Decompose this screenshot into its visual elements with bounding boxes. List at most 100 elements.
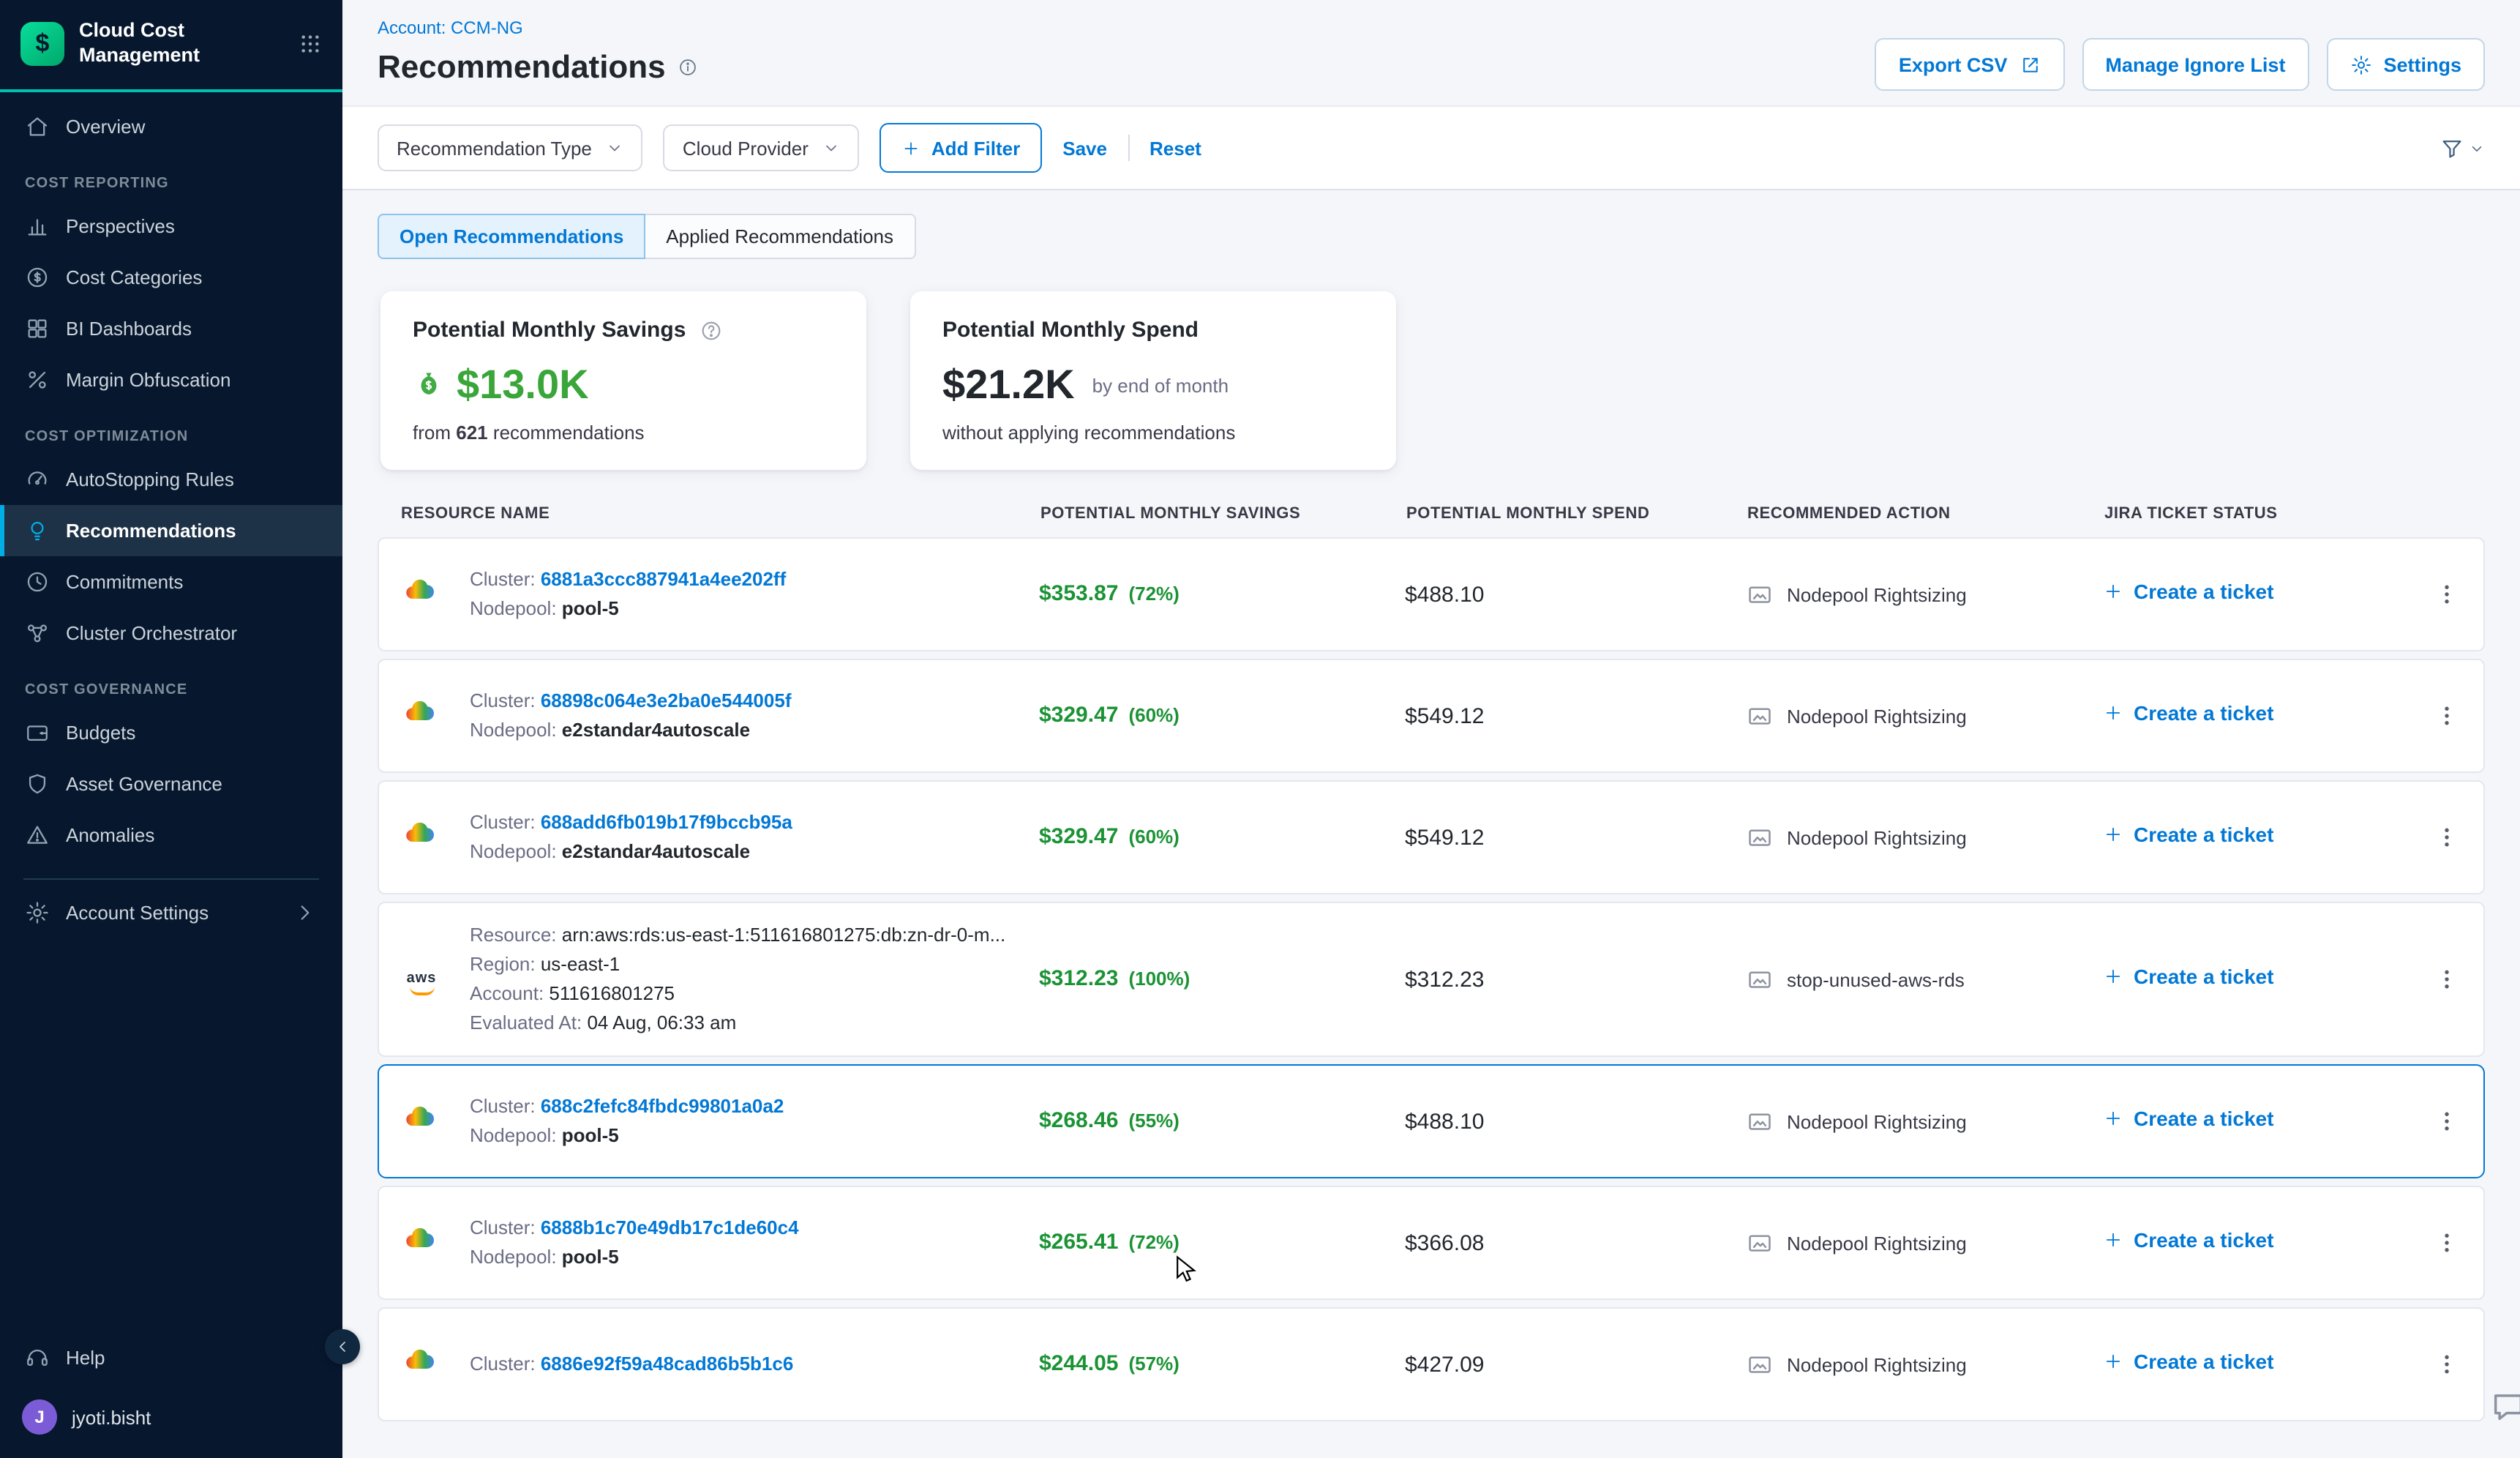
row-menu-kebab-icon[interactable] (2434, 1230, 2460, 1256)
spend-card-subtext: without applying recommendations (942, 422, 1364, 444)
recommendations-content: Open Recommendations Applied Recommendat… (342, 190, 2520, 1458)
question-mark-icon[interactable] (699, 318, 722, 342)
sidebar-item-asset-governance[interactable]: Asset Governance (0, 758, 342, 810)
table-header-row: RESOURCE NAME POTENTIAL MONTHLY SAVINGS … (378, 505, 2485, 523)
tab-open-recommendations[interactable]: Open Recommendations (378, 214, 645, 259)
filter-panel-toggle[interactable] (2440, 135, 2485, 160)
sidebar-item-label: Account Settings (66, 902, 209, 924)
add-filter-label: Add Filter (931, 137, 1020, 159)
resource-link[interactable]: 688c2fefc84fbdc99801a0a2 (541, 1095, 784, 1117)
row-menu-kebab-icon[interactable] (2434, 581, 2460, 608)
create-ticket-button[interactable]: Create a ticket (2103, 1228, 2273, 1252)
resource-link[interactable]: 68898c064e3e2ba0e544005f (541, 689, 792, 711)
spend-value: $549.12 (1405, 703, 1746, 728)
sidebar-item-autostopping-rules[interactable]: AutoStopping Rules (0, 454, 342, 505)
nodes-icon (25, 621, 50, 646)
help-chat-icon[interactable] (2489, 1388, 2520, 1426)
sidebar-item-cost-categories[interactable]: Cost Categories (0, 252, 342, 303)
resource-link[interactable]: 6886e92f59a48cad86b5b1c6 (541, 1353, 794, 1375)
main-content: Account: CCM-NG Recommendations Export C… (342, 0, 2520, 1458)
sidebar-item-account-settings[interactable]: Account Settings (0, 886, 342, 940)
shield-icon (25, 771, 50, 796)
row-menu-kebab-icon[interactable] (2434, 1351, 2460, 1377)
settings-button[interactable]: Settings (2326, 38, 2485, 91)
sidebar-item-commitments[interactable]: Commitments (0, 556, 342, 608)
resource-link[interactable]: 6881a3ccc887941a4ee202ff (541, 568, 786, 590)
create-ticket-label: Create a ticket (2134, 701, 2273, 725)
reset-filter-link[interactable]: Reset (1150, 137, 1201, 159)
filter-bar: Recommendation Type Cloud Provider Add F… (342, 105, 2520, 190)
table-row[interactable]: Cluster: 68898c064e3e2ba0e544005fNodepoo… (378, 659, 2485, 773)
save-filter-link[interactable]: Save (1062, 137, 1107, 159)
table-row[interactable]: Cluster: 688add6fb019b17f9bccb95aNodepoo… (378, 780, 2485, 894)
sidebar-item-cluster-orchestrator[interactable]: Cluster Orchestrator (0, 608, 342, 659)
sidebar-item-bi-dashboards[interactable]: BI Dashboards (0, 303, 342, 354)
sidebar-item-overview[interactable]: Overview (0, 101, 342, 152)
row-menu-kebab-icon[interactable] (2434, 703, 2460, 729)
plus-icon (2103, 1108, 2123, 1129)
row-menu-kebab-icon[interactable] (2434, 824, 2460, 850)
cloud-provider-dropdown[interactable]: Cloud Provider (664, 124, 860, 171)
create-ticket-button[interactable]: Create a ticket (2103, 823, 2273, 846)
create-ticket-button[interactable]: Create a ticket (2103, 701, 2273, 725)
table-row[interactable]: awsResource: arn:aws:rds:us-east-1:51161… (378, 902, 2485, 1057)
table-row[interactable]: Cluster: 688c2fefc84fbdc99801a0a2Nodepoo… (378, 1064, 2485, 1178)
sidebar-item-label: Anomalies (66, 824, 154, 846)
page-header: Account: CCM-NG Recommendations Export C… (342, 0, 2520, 105)
recommended-action-label: Nodepool Rightsizing (1787, 1353, 1967, 1375)
resource-link[interactable]: 6888b1c70e49db17c1de60c4 (541, 1216, 799, 1238)
table-row[interactable]: Cluster: 6886e92f59a48cad86b5b1c6$244.05… (378, 1307, 2485, 1421)
sidebar-item-anomalies[interactable]: Anomalies (0, 810, 342, 861)
create-ticket-button[interactable]: Create a ticket (2103, 1350, 2273, 1373)
table-row[interactable]: Cluster: 6888b1c70e49db17c1de60c4Nodepoo… (378, 1186, 2485, 1300)
row-menu-kebab-icon[interactable] (2434, 1108, 2460, 1134)
potential-monthly-savings-card: Potential Monthly Savings $13.0K from 62… (380, 291, 866, 470)
savings-value: $268.46 (1039, 1108, 1118, 1133)
sidebar-item-perspectives[interactable]: Perspectives (0, 201, 342, 252)
column-header: RESOURCE NAME (401, 505, 1040, 523)
module-switcher-icon[interactable] (299, 32, 322, 56)
table-row[interactable]: Cluster: 6881a3ccc887941a4ee202ffNodepoo… (378, 537, 2485, 651)
create-ticket-button[interactable]: Create a ticket (2103, 965, 2273, 988)
grid-icon (25, 316, 50, 341)
create-ticket-button[interactable]: Create a ticket (2103, 580, 2273, 603)
resource-value: pool-5 (562, 1246, 619, 1268)
savings-value: $329.47 (1039, 703, 1118, 728)
sidebar-item-help[interactable]: Help (0, 1331, 342, 1385)
add-filter-button[interactable]: Add Filter (880, 123, 1042, 173)
savings-amount: $13.0K (457, 362, 589, 408)
provider-cell (402, 695, 470, 737)
account-breadcrumb[interactable]: Account: CCM-NG (378, 18, 698, 38)
create-ticket-button[interactable]: Create a ticket (2103, 1107, 2273, 1130)
user-menu[interactable]: J jyoti.bisht (0, 1385, 342, 1458)
resource-link[interactable]: 688add6fb019b17f9bccb95a (541, 811, 792, 833)
recommended-action-cell: Nodepool Rightsizing (1746, 580, 2103, 608)
potential-monthly-spend-card: Potential Monthly Spend $21.2K by end of… (910, 291, 1396, 470)
column-header: POTENTIAL MONTHLY SPEND (1406, 505, 1747, 523)
rightsizing-action-icon (1746, 580, 1774, 608)
percent-icon (25, 367, 50, 392)
sidebar-collapse-handle[interactable] (325, 1329, 360, 1364)
recommendation-type-dropdown[interactable]: Recommendation Type (378, 124, 643, 171)
alert-icon (25, 823, 50, 848)
export-csv-button[interactable]: Export CSV (1875, 38, 2065, 91)
resource-line-label: Account: (470, 982, 549, 1004)
sidebar-item-recommendations[interactable]: Recommendations (0, 505, 342, 556)
info-icon[interactable] (678, 57, 698, 78)
tab-applied-recommendations[interactable]: Applied Recommendations (645, 214, 915, 259)
manage-ignore-list-button[interactable]: Manage Ignore List (2082, 38, 2309, 91)
sidebar-item-budgets[interactable]: Budgets (0, 707, 342, 758)
row-menu-kebab-icon[interactable] (2434, 966, 2460, 992)
chevron-right-icon (293, 900, 318, 925)
sidebar: $ Cloud Cost Management OverviewCOST REP… (0, 0, 342, 1458)
headset-icon (25, 1345, 50, 1370)
spend-card-title: Potential Monthly Spend (942, 318, 1199, 343)
spend-value: $427.09 (1405, 1352, 1746, 1377)
sidebar-item-label: Overview (66, 116, 145, 138)
app-title: Cloud Cost Management (79, 19, 252, 69)
create-ticket-label: Create a ticket (2134, 965, 2273, 988)
savings-value: $244.05 (1039, 1351, 1118, 1376)
sidebar-item-margin-obfuscation[interactable]: Margin Obfuscation (0, 354, 342, 405)
gcp-provider-icon (402, 1100, 438, 1135)
resource-details: Cluster: 688c2fefc84fbdc99801a0a2Nodepoo… (470, 1092, 1039, 1151)
